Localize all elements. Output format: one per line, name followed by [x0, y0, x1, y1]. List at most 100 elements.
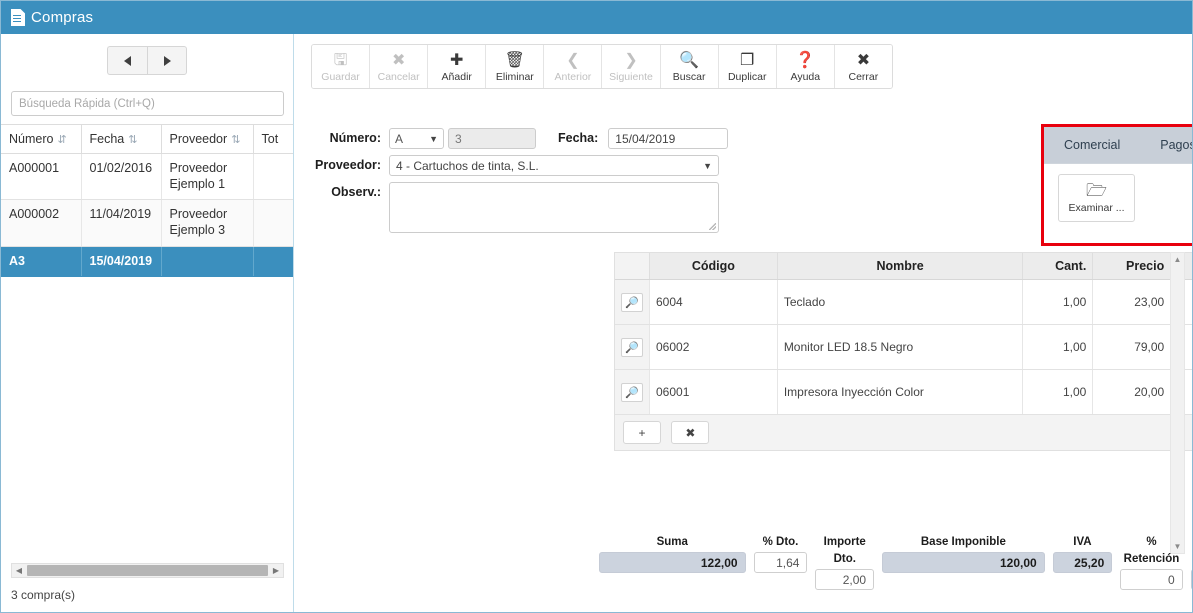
observ-textarea[interactable] — [389, 182, 719, 233]
tab-label: Pagos — [1160, 138, 1193, 152]
column-header-total[interactable]: Tot — [253, 124, 293, 154]
cancel-button-label: Cancelar — [377, 71, 420, 83]
total-retencion: % Retención 0 — [1120, 535, 1183, 590]
next-button[interactable]: ❯ Siguiente — [602, 45, 661, 88]
duplicate-button[interactable]: ❐ Duplicar — [718, 45, 777, 88]
triangle-left-icon — [124, 55, 131, 66]
save-button[interactable]: 🖫 Guardar — [312, 45, 371, 88]
pdto-label: % Dto. — [762, 536, 799, 548]
search-button[interactable]: 🔍 Buscar — [660, 45, 719, 88]
suma-value: 122,00 — [599, 552, 746, 573]
magnifier-icon[interactable]: 🔎 — [621, 292, 643, 312]
iva-value: 25,20 — [1052, 552, 1113, 573]
table-row[interactable]: 🔎 06001 Impresora Inyección Color 1,00 2… — [615, 369, 1192, 415]
next-record-button[interactable] — [147, 46, 187, 75]
line-cant[interactable]: 1,00 — [1022, 324, 1094, 370]
lines-table-header: Código Nombre Cant. Precio Dto. Importe … — [615, 253, 1192, 280]
arrow-right-icon[interactable]: ▶ — [269, 566, 283, 575]
examinar-button[interactable]: 🗁 Examinar ... — [1058, 174, 1135, 222]
header-form: Número: A ▼ 3 Fecha: 15/04/2019 Proveedo… — [311, 128, 731, 239]
column-header-proveedor[interactable]: Proveedor ⇅ — [161, 124, 254, 154]
copy-icon: ❐ — [740, 52, 755, 69]
column-header-numero[interactable]: Número ⇵ — [1, 124, 82, 154]
line-cant[interactable]: 1,00 — [1022, 369, 1094, 415]
search-icon: 🔍 — [679, 52, 700, 69]
arrow-up-icon[interactable]: ▲ — [1171, 255, 1184, 264]
close-button-label: Cerrar — [848, 71, 879, 83]
retencion-value[interactable]: 0 — [1120, 569, 1183, 590]
x-icon: ✖ — [391, 52, 406, 69]
scrollbar-thumb[interactable] — [27, 565, 268, 576]
table-row[interactable]: 🔎 6004 Teclado 1,00 23,00 0,00 23,00 21 … — [615, 279, 1192, 325]
triangle-right-icon — [163, 55, 171, 66]
column-label: Número — [9, 132, 54, 146]
line-codigo[interactable]: 06001 — [649, 369, 778, 415]
arrow-left-icon[interactable]: ◀ — [12, 566, 26, 575]
total-porcentaje-dto: % Dto. 1,64 — [753, 535, 808, 573]
cell-proveedor: Proveedor Ejemplo 3 — [161, 199, 254, 247]
fecha-input[interactable]: 15/04/2019 — [608, 128, 729, 149]
line-cant[interactable]: 1,00 — [1022, 279, 1094, 325]
line-nombre[interactable]: Monitor LED 18.5 Negro — [777, 324, 1024, 370]
window-body: Número⇵ Fecha⇅ Proveedor⇅ Tot — [1, 34, 1192, 612]
cancel-button[interactable]: ✖ Cancelar — [370, 45, 429, 88]
document-icon — [11, 9, 25, 26]
prev-record-button[interactable] — [107, 46, 147, 75]
importe-dto-value[interactable]: 2,00 — [815, 569, 875, 590]
column-label: Fecha — [89, 132, 125, 146]
proveedor-value: 4 - Cartuchos de tinta, S.L. — [396, 158, 539, 173]
line-nombre[interactable]: Impresora Inyección Color — [777, 369, 1024, 415]
pdto-value[interactable]: 1,64 — [753, 552, 808, 573]
line-precio[interactable]: 20,00 — [1092, 369, 1172, 415]
previous-button-label: Anterior — [554, 71, 592, 83]
importe-dto-label-2: Dto. — [833, 553, 856, 565]
search-button-label: Buscar — [672, 71, 706, 83]
line-nombre[interactable]: Teclado — [777, 279, 1024, 325]
total-base-imponible: Base Imponible 120,00 — [882, 535, 1045, 573]
lines-col-nombre: Nombre — [777, 253, 1024, 280]
table-row-selected[interactable]: A3 15/04/2019 1 — [1, 246, 293, 278]
lines-footer-actions: + ✖ — [615, 415, 1192, 450]
sidebar-horizontal-scrollbar[interactable]: ◀ ▶ — [11, 563, 284, 578]
trash-icon: 🗑 — [504, 52, 525, 69]
tab-pagos[interactable]: Pagos — [1140, 127, 1193, 163]
records-table-header: Número ⇵ Fecha ⇅ Proveedor ⇅ Tot — [1, 124, 293, 154]
column-label: Proveedor — [169, 132, 228, 146]
table-row[interactable]: 🔎 06002 Monitor LED 18.5 Negro 1,00 79,0… — [615, 324, 1192, 370]
numero-label: Número: — [329, 131, 381, 145]
line-codigo[interactable]: 06002 — [649, 324, 778, 370]
tab-panel-adjuntos: 🗁 Examinar ... — [1044, 164, 1192, 243]
magnifier-icon[interactable]: 🔎 — [621, 337, 643, 357]
table-row[interactable]: A000001 01/02/2016 Proveedor Ejemplo 1 — [1, 153, 293, 201]
cell-fecha: 01/02/2016 — [81, 153, 162, 201]
close-button[interactable]: ✖ Cerrar — [834, 45, 892, 88]
add-line-button[interactable]: + — [623, 421, 661, 444]
magnifier-icon[interactable]: 🔎 — [621, 382, 643, 402]
line-precio[interactable]: 79,00 — [1092, 324, 1172, 370]
lines-col-cant: Cant. — [1022, 253, 1094, 280]
cell-fecha: 15/04/2019 — [81, 246, 162, 278]
delete-button[interactable]: 🗑 Eliminar — [486, 45, 545, 88]
table-row[interactable]: A000002 11/04/2019 Proveedor Ejemplo 3 4… — [1, 199, 293, 247]
remove-line-button[interactable]: ✖ — [671, 421, 710, 444]
line-precio[interactable]: 23,00 — [1092, 279, 1172, 325]
duplicate-button-label: Duplicar — [727, 71, 767, 83]
previous-button[interactable]: ❮ Anterior — [544, 45, 603, 88]
line-codigo[interactable]: 6004 — [649, 279, 778, 325]
serie-select[interactable]: A ▼ — [389, 128, 444, 149]
question-icon: ❓ — [795, 52, 816, 69]
add-button[interactable]: ✚ Añadir — [428, 45, 487, 88]
window-titlebar: Compras — [1, 1, 1192, 34]
window-title: Compras — [31, 9, 94, 26]
delete-button-label: Eliminar — [495, 71, 534, 83]
base-value: 120,00 — [882, 552, 1045, 573]
numero-input[interactable]: 3 — [448, 128, 536, 149]
help-button[interactable]: ❓ Ayuda — [776, 45, 835, 88]
detail-vertical-scrollbar[interactable]: ▲ ▼ — [1170, 252, 1185, 554]
records-table: Número ⇵ Fecha ⇅ Proveedor ⇅ Tot A000001… — [1, 124, 293, 278]
tab-comercial[interactable]: Comercial — [1044, 127, 1140, 163]
proveedor-select[interactable]: 4 - Cartuchos de tinta, S.L. ▼ — [389, 155, 719, 176]
search-input[interactable] — [11, 91, 284, 116]
column-header-fecha[interactable]: Fecha ⇅ — [81, 124, 162, 154]
examinar-button-label: Examinar ... — [1068, 202, 1125, 214]
